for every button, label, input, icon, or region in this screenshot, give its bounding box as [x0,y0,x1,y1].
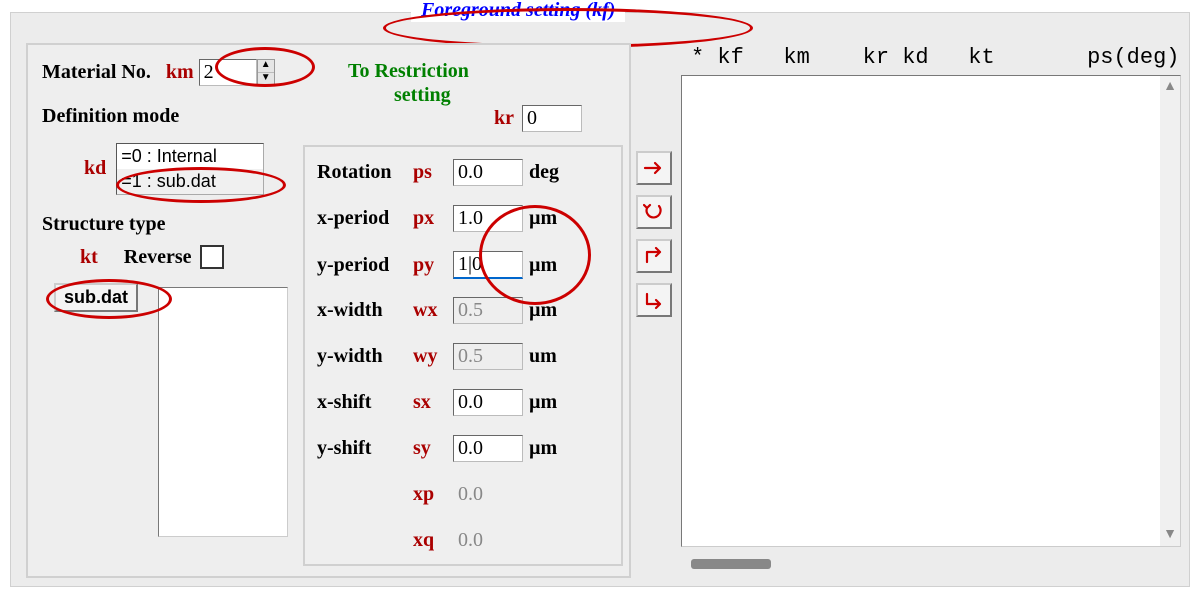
xq-var-label: xq [413,529,447,552]
frame-title: Foreground setting (kf) [411,0,625,22]
scroll-up-icon[interactable]: ▲ [1163,76,1177,98]
arrow-down-right-icon [643,290,665,310]
arrow-right-button[interactable] [636,151,672,185]
arrow-insert-up-button[interactable] [636,239,672,273]
xwidth-unit: µm [529,299,573,322]
reverse-checkbox[interactable] [200,245,224,269]
transfer-buttons [636,151,672,317]
xp-input [453,481,523,508]
rotation-input[interactable] [453,159,523,186]
kd-option-internal[interactable]: =0 : Internal [117,144,263,169]
structure-type-label: Structure type [42,213,166,236]
wx-var-label: wx [413,299,447,322]
to-restriction-line2: setting [394,84,451,106]
py-var-label: py [413,254,447,277]
data-list[interactable]: ▲ ▼ [681,75,1181,547]
yperiod-input[interactable] [453,251,523,279]
rotation-label: Rotation [317,161,407,184]
xshift-label: x-shift [317,391,407,414]
xperiod-unit: µm [529,207,573,230]
km-var-label: km [166,61,194,83]
km-spinner[interactable]: ▲▼ [257,59,275,86]
kd-option-subdat[interactable]: =1 : sub.dat [117,169,263,194]
ywidth-input [453,343,523,370]
horizontal-scroll-thumb[interactable] [691,559,771,569]
left-panel: Material No. km ▲▼ To Restriction settin… [26,43,631,578]
sy-var-label: sy [413,437,447,460]
kr-var-label: kr [494,107,514,130]
scroll-down-icon[interactable]: ▼ [1163,524,1177,546]
to-restriction-block: To Restriction setting [348,59,469,107]
kd-var-label: kd [84,143,106,180]
ps-var-label: ps [413,161,447,184]
rotation-unit: deg [529,161,573,184]
horizontal-scrollbar[interactable] [681,552,1181,576]
xshift-input[interactable] [453,389,523,416]
column-headers: * kf km kr kd kt ps(deg) [681,43,1181,72]
xperiod-label: x-period [317,207,407,230]
kd-list[interactable]: =0 : Internal =1 : sub.dat [116,143,264,195]
sx-var-label: sx [413,391,447,414]
kt-var-label: kt [80,246,98,269]
km-input[interactable] [199,59,257,86]
xp-var-label: xp [413,483,447,506]
kr-input[interactable] [522,105,582,132]
xwidth-input [453,297,523,324]
parameter-box: Rotation ps deg x-period px µm y-period … [303,145,623,566]
subdat-list-area[interactable] [158,287,288,537]
arrow-replace-icon [643,202,665,222]
px-var-label: px [413,207,447,230]
to-restriction-line1: To Restriction [348,59,469,83]
arrow-up-right-icon [643,246,665,266]
yshift-input[interactable] [453,435,523,462]
column-header-text: * kf km kr kd kt ps(deg) [691,45,1179,70]
ywidth-unit: um [529,345,573,368]
xq-input [453,527,523,554]
ywidth-label: y-width [317,345,407,368]
reverse-label: Reverse [124,246,192,269]
yshift-unit: µm [529,437,573,460]
definition-mode-label: Definition mode [42,105,179,128]
arrow-right-icon [643,160,665,176]
yperiod-unit: µm [529,254,573,277]
yperiod-label: y-period [317,254,407,277]
material-label: Material No. [42,61,151,83]
arrow-insert-down-button[interactable] [636,283,672,317]
right-list-area: * kf km kr kd kt ps(deg) ▲ ▼ [681,43,1181,576]
xperiod-input[interactable] [453,205,523,232]
vertical-scrollbar[interactable]: ▲ ▼ [1160,76,1180,546]
xwidth-label: x-width [317,299,407,322]
wy-var-label: wy [413,345,447,368]
arrow-replace-button[interactable] [636,195,672,229]
material-row: Material No. km ▲▼ [42,59,275,86]
xshift-unit: µm [529,391,573,414]
subdat-button[interactable]: sub.dat [54,283,138,312]
yshift-label: y-shift [317,437,407,460]
